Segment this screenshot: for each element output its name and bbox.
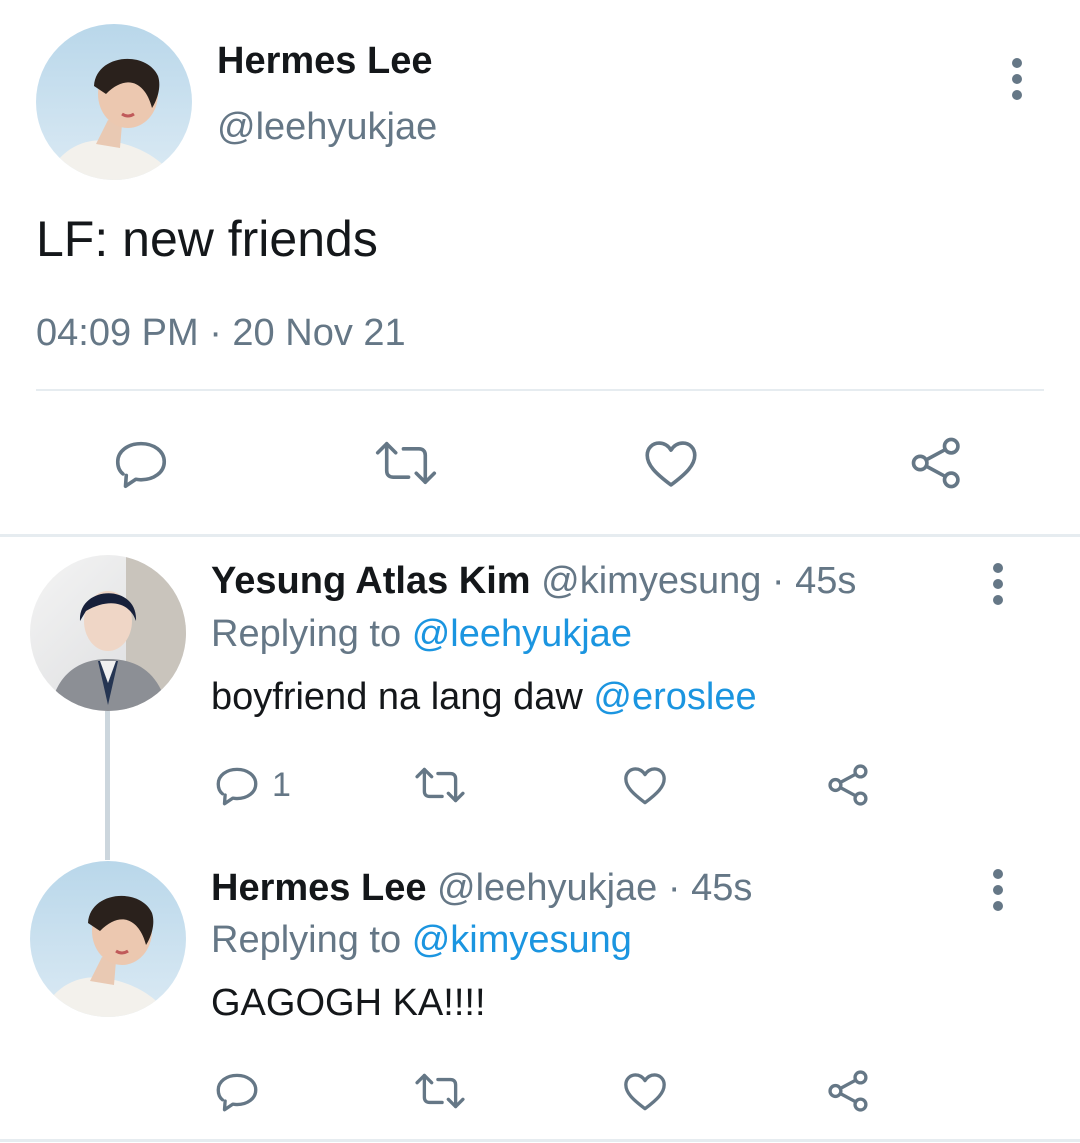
reply-author-name[interactable]: Hermes Lee (211, 867, 426, 909)
retweet-icon[interactable] (370, 432, 442, 494)
replying-to-label: Replying to (211, 919, 402, 961)
author-handle[interactable]: @leehyukjae (217, 106, 437, 149)
reply-text: boyfriend na lang daw @eroslee (211, 676, 757, 719)
replying-to: Replying to @leehyukjae (211, 613, 632, 656)
reply-text: GAGOGH KA!!!! (211, 982, 486, 1025)
more-icon[interactable] (993, 563, 1007, 611)
avatar[interactable] (36, 24, 192, 180)
share-icon[interactable] (824, 760, 874, 810)
more-icon[interactable] (1012, 58, 1026, 106)
retweet-icon[interactable] (410, 760, 470, 810)
avatar-image (30, 555, 186, 711)
bottom-divider (0, 1139, 1080, 1142)
avatar[interactable] (30, 861, 186, 1017)
share-icon[interactable] (906, 432, 968, 494)
replying-to-handle[interactable]: @leehyukjae (412, 613, 632, 655)
more-icon[interactable] (993, 869, 1007, 917)
tweet-timestamp[interactable]: 04:09 PM · 20 Nov 21 (36, 312, 406, 355)
divider (36, 389, 1044, 391)
replying-to-label: Replying to (211, 613, 402, 655)
thread-line (105, 710, 110, 860)
avatar-image (36, 24, 192, 180)
avatar[interactable] (30, 555, 186, 711)
retweet-icon[interactable] (410, 1066, 470, 1116)
reply-icon[interactable] (110, 432, 172, 494)
reply-body: boyfriend na lang daw (211, 676, 583, 718)
avatar-image (30, 861, 186, 1017)
like-icon[interactable] (620, 760, 670, 810)
reply-header: Hermes Lee @leehyukjae · 45s (211, 867, 752, 910)
mention-link[interactable]: @eroslee (593, 676, 756, 718)
reply-icon[interactable] (212, 1066, 262, 1116)
section-divider (0, 534, 1080, 537)
like-icon[interactable] (640, 432, 702, 494)
replying-to-handle[interactable]: @kimyesung (412, 919, 632, 961)
reply-handle-time[interactable]: @leehyukjae · 45s (437, 867, 752, 909)
share-icon[interactable] (824, 1066, 874, 1116)
reply-handle-time[interactable]: @kimyesung · 45s (541, 560, 856, 602)
author-name[interactable]: Hermes Lee (217, 40, 432, 83)
like-icon[interactable] (620, 1066, 670, 1116)
reply-count: 1 (272, 766, 291, 804)
reply-body: GAGOGH KA!!!! (211, 982, 486, 1024)
reply-icon[interactable] (212, 760, 262, 810)
reply-author-name[interactable]: Yesung Atlas Kim (211, 560, 531, 602)
reply-header: Yesung Atlas Kim @kimyesung · 45s (211, 560, 856, 603)
replying-to: Replying to @kimyesung (211, 919, 632, 962)
tweet-text: LF: new friends (36, 211, 378, 267)
